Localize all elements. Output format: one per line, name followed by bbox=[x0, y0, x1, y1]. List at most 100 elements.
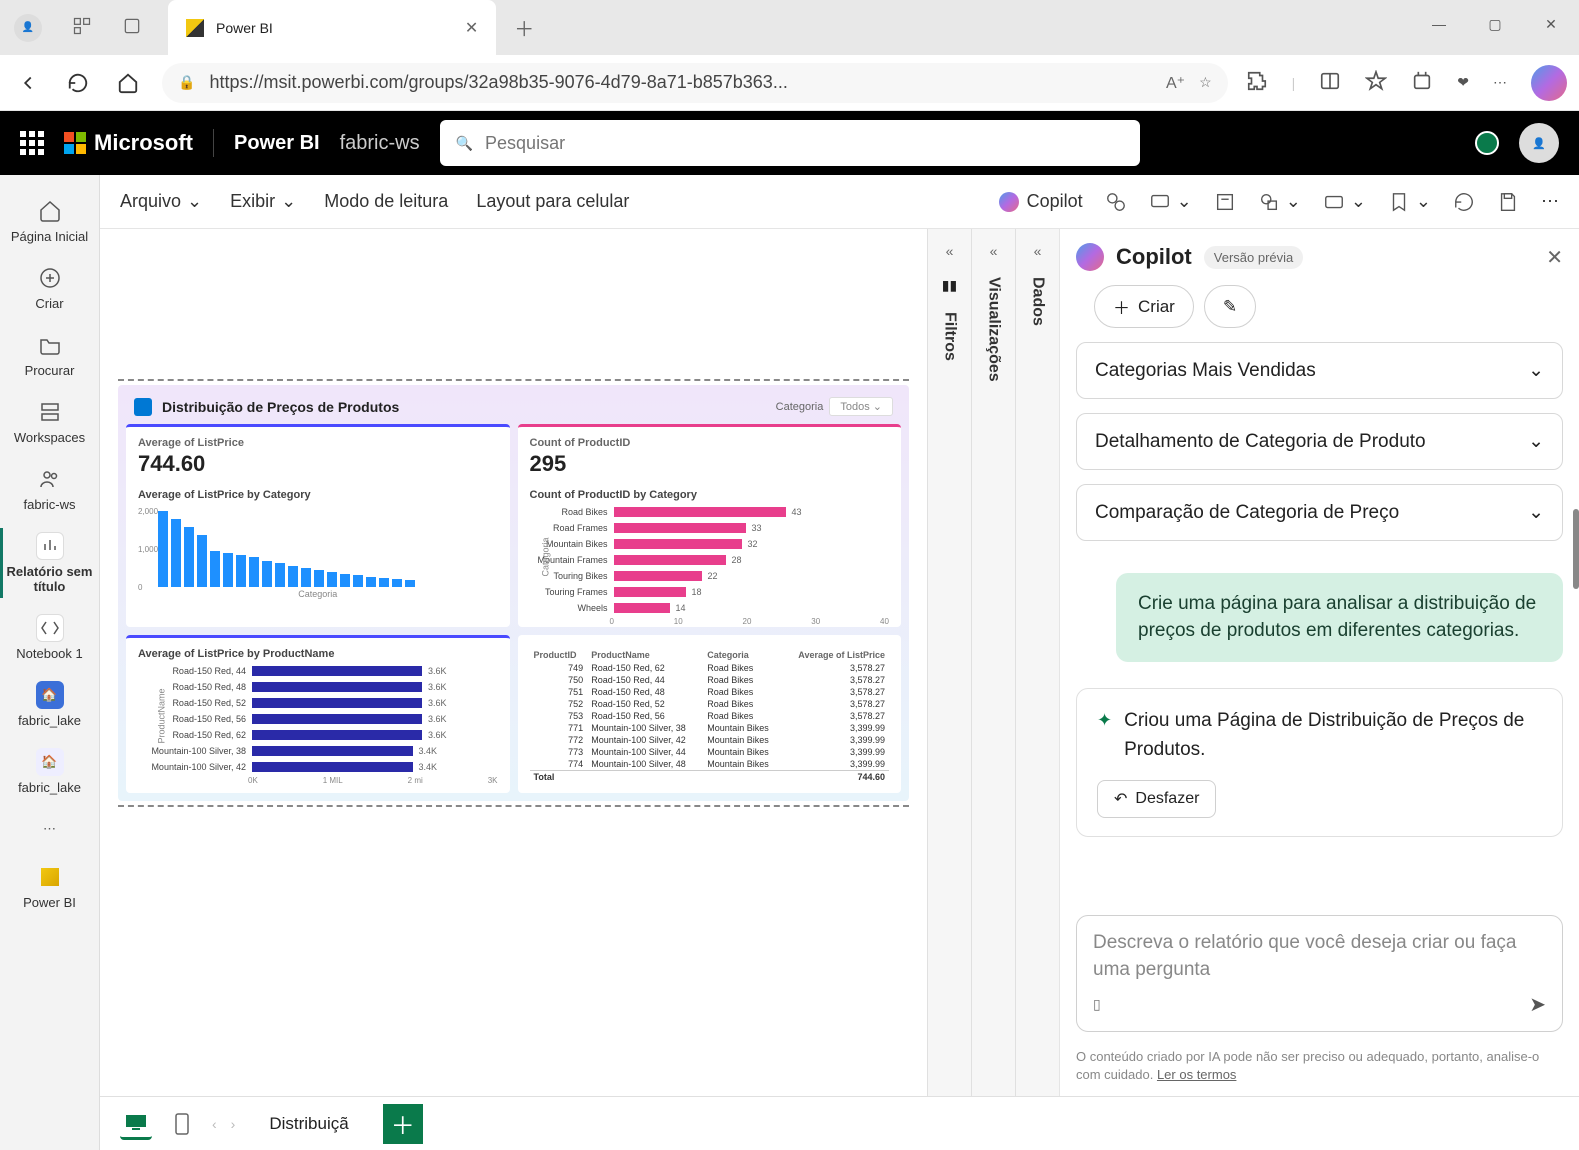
hbar-chart-product[interactable]: Average of ListPrice by ProductName Prod… bbox=[126, 635, 510, 793]
minimize-button[interactable]: — bbox=[1411, 0, 1467, 48]
workspaces-icon[interactable] bbox=[72, 16, 92, 39]
app-launcher-icon[interactable] bbox=[20, 131, 44, 155]
profile-avatar-icon[interactable]: 👤 bbox=[14, 14, 42, 42]
data-table-card[interactable]: ProductID ProductName Categoria Average … bbox=[518, 635, 902, 793]
folder-icon bbox=[36, 331, 64, 359]
search-box[interactable]: 🔍 bbox=[440, 120, 1140, 166]
favorite-icon[interactable]: ☆ bbox=[1199, 74, 1212, 91]
health-icon[interactable]: ❤ bbox=[1457, 74, 1469, 91]
nav-lakehouse-2[interactable]: 🏠fabric_lake bbox=[0, 738, 99, 805]
plus-icon: ＋ bbox=[1113, 294, 1130, 319]
url-input[interactable]: 🔒 https://msit.powerbi.com/groups/32a98b… bbox=[162, 63, 1228, 103]
table-row[interactable]: 751Road-150 Red, 48Road Bikes3,578.27 bbox=[530, 686, 890, 698]
copilot-browser-icon[interactable] bbox=[1531, 65, 1567, 101]
user-avatar[interactable]: 👤 bbox=[1519, 123, 1559, 163]
ribbon-shapes-icon[interactable]: ⌄ bbox=[1258, 191, 1301, 213]
presence-indicator-icon[interactable] bbox=[1475, 131, 1499, 155]
tab-close-icon[interactable]: ✕ bbox=[465, 18, 478, 38]
more-icon[interactable]: ⋯ bbox=[1493, 74, 1507, 91]
nav-lakehouse-1[interactable]: 🏠fabric_lake bbox=[0, 671, 99, 738]
extensions-icon[interactable] bbox=[1246, 70, 1268, 95]
table-row[interactable]: 753Road-150 Red, 56Road Bikes3,578.27 bbox=[530, 710, 890, 722]
tab-actions-icon[interactable] bbox=[122, 16, 142, 39]
split-screen-icon[interactable] bbox=[1319, 70, 1341, 95]
ribbon-visual-icon[interactable]: ⌄ bbox=[1323, 191, 1366, 213]
nav-create[interactable]: Criar bbox=[0, 254, 99, 321]
close-window-button[interactable]: ✕ bbox=[1523, 0, 1579, 48]
nav-report[interactable]: Relatório sem título bbox=[0, 522, 99, 604]
sparkle-icon: ✦ bbox=[1097, 707, 1112, 734]
report-canvas[interactable]: Distribuição de Preços de Produtos Categ… bbox=[100, 229, 927, 1096]
browser-tab[interactable]: Power BI ✕ bbox=[168, 0, 496, 55]
table-row[interactable]: 774Mountain-100 Silver, 48Mountain Bikes… bbox=[530, 758, 890, 771]
visualizations-pane[interactable]: « Visualizações bbox=[971, 229, 1015, 1096]
nav-fabric-ws[interactable]: fabric-ws bbox=[0, 455, 99, 522]
reader-mode-icon[interactable]: A⁺ bbox=[1166, 73, 1185, 93]
table-row[interactable]: 771Mountain-100 Silver, 38Mountain Bikes… bbox=[530, 722, 890, 734]
suggestion-price-comparison[interactable]: Comparação de Categoria de Preço⌄ bbox=[1076, 484, 1563, 541]
prev-page-button[interactable]: ‹ bbox=[212, 1116, 217, 1132]
ribbon-view[interactable]: Exibir ⌄ bbox=[230, 191, 296, 212]
nav-browse[interactable]: Procurar bbox=[0, 321, 99, 388]
ribbon-refresh-icon[interactable] bbox=[1453, 191, 1475, 213]
copilot-input[interactable]: Descreva o relatório que você deseja cri… bbox=[1076, 915, 1563, 1031]
ribbon-save-icon[interactable] bbox=[1497, 191, 1519, 213]
favorites-icon[interactable] bbox=[1365, 70, 1387, 95]
lakehouse-icon: 🏠 bbox=[36, 748, 64, 776]
scrollbar-thumb[interactable] bbox=[1573, 509, 1579, 589]
table-row[interactable]: 773Mountain-100 Silver, 44Mountain Bikes… bbox=[530, 746, 890, 758]
ribbon-text-icon[interactable] bbox=[1214, 191, 1236, 213]
search-input[interactable] bbox=[485, 133, 1124, 154]
copilot-icon bbox=[999, 192, 1019, 212]
filters-pane[interactable]: « ▮▮ Filtros bbox=[927, 229, 971, 1096]
desktop-view-button[interactable] bbox=[120, 1108, 152, 1140]
suggestion-top-categories[interactable]: Categorias Mais Vendidas⌄ bbox=[1076, 342, 1563, 399]
mobile-view-button[interactable] bbox=[166, 1108, 198, 1140]
assistant-response: ✦ Criou uma Página de Distribuição de Pr… bbox=[1076, 688, 1563, 837]
chevron-down-icon: ⌄ bbox=[281, 191, 296, 212]
ribbon-reading-mode[interactable]: Modo de leitura bbox=[324, 191, 448, 212]
edit-action-button[interactable]: ✎ bbox=[1204, 285, 1256, 328]
undo-button[interactable]: ↶Desfazer bbox=[1097, 780, 1216, 818]
next-page-button[interactable]: › bbox=[231, 1116, 236, 1132]
table-row[interactable]: 750Road-150 Red, 44Road Bikes3,578.27 bbox=[530, 674, 890, 686]
nav-workspaces[interactable]: Workspaces bbox=[0, 388, 99, 455]
back-button[interactable] bbox=[12, 67, 44, 99]
collapse-chevron-icon[interactable]: « bbox=[990, 243, 998, 259]
table-row[interactable]: 749Road-150 Red, 62Road Bikes3,578.27 bbox=[530, 662, 890, 674]
ribbon-more-icon[interactable]: ⋯ bbox=[1541, 191, 1559, 212]
nav-more[interactable]: ⋯ bbox=[0, 805, 99, 853]
nav-notebook[interactable]: Notebook 1 bbox=[0, 604, 99, 671]
data-pane[interactable]: « Dados bbox=[1015, 229, 1059, 1096]
collapse-chevron-icon[interactable]: « bbox=[946, 243, 954, 259]
attachments-icon[interactable]: ▯ bbox=[1093, 996, 1101, 1013]
ribbon-explore-icon[interactable] bbox=[1105, 191, 1127, 213]
ribbon-copilot-button[interactable]: Copilot bbox=[999, 191, 1083, 212]
ribbon-file[interactable]: Arquivo ⌄ bbox=[120, 191, 202, 212]
collapse-chevron-icon[interactable]: « bbox=[1034, 243, 1042, 259]
nav-powerbi[interactable]: Power BI bbox=[0, 853, 99, 920]
page-tab[interactable]: Distribuiçã bbox=[249, 1104, 368, 1144]
suggestion-category-detail[interactable]: Detalhamento de Categoria de Produto⌄ bbox=[1076, 413, 1563, 470]
terms-link[interactable]: Ler os termos bbox=[1157, 1067, 1236, 1082]
table-row[interactable]: 752Road-150 Red, 52Road Bikes3,578.27 bbox=[530, 698, 890, 710]
ribbon-mobile-layout[interactable]: Layout para celular bbox=[476, 191, 629, 212]
ribbon-bookmark-icon[interactable]: ⌄ bbox=[1388, 191, 1431, 213]
add-page-button[interactable]: ＋ bbox=[383, 1104, 423, 1144]
workspace-name[interactable]: fabric-ws bbox=[340, 132, 420, 155]
send-icon[interactable]: ➤ bbox=[1529, 992, 1546, 1017]
kpi-card-avg-price[interactable]: Average of ListPrice 744.60 Average of L… bbox=[126, 424, 510, 627]
new-tab-button[interactable]: ＋ bbox=[514, 13, 534, 42]
filter-dropdown[interactable]: Todos ⌄ bbox=[829, 397, 893, 416]
table-row[interactable]: 772Mountain-100 Silver, 42Mountain Bikes… bbox=[530, 734, 890, 746]
nav-home[interactable]: Página Inicial bbox=[0, 187, 99, 254]
refresh-button[interactable] bbox=[62, 67, 94, 99]
create-action-button[interactable]: ＋Criar bbox=[1094, 285, 1194, 328]
maximize-button[interactable]: ▢ bbox=[1467, 0, 1523, 48]
home-button[interactable] bbox=[112, 67, 144, 99]
collections-icon[interactable] bbox=[1411, 70, 1433, 95]
ribbon-chat-icon[interactable]: ⌄ bbox=[1149, 191, 1192, 213]
close-pane-button[interactable]: ✕ bbox=[1546, 245, 1563, 270]
ribbon: Arquivo ⌄ Exibir ⌄ Modo de leitura Layou… bbox=[100, 175, 1579, 229]
kpi-card-count[interactable]: Count of ProductID 295 Count of ProductI… bbox=[518, 424, 902, 627]
